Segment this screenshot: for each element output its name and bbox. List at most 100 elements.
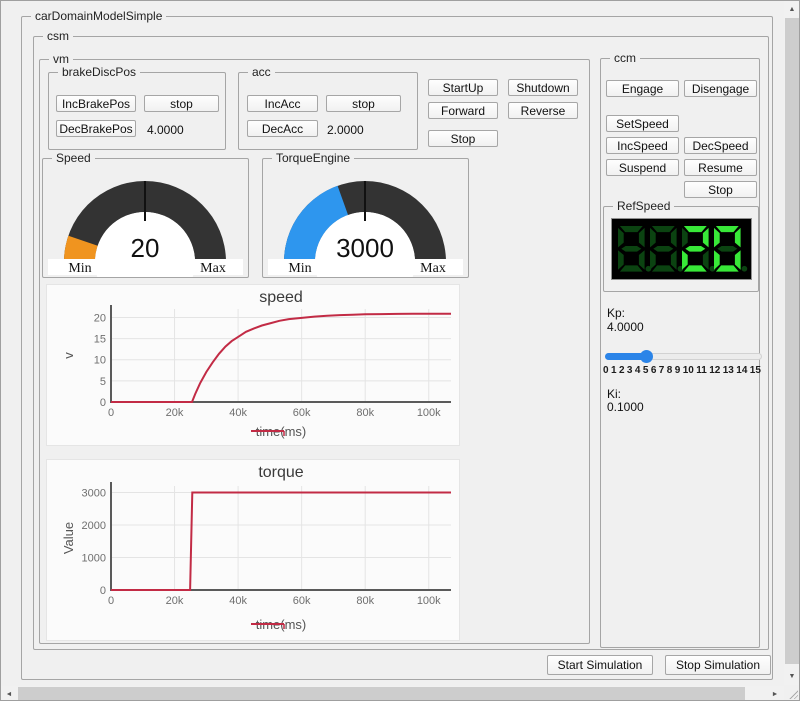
inc-speed-button[interactable]: IncSpeed	[606, 137, 679, 154]
torque-gauge-group: TorqueEngine 3000MinMax	[262, 158, 469, 278]
acc-stop-button[interactable]: stop	[326, 95, 401, 112]
torque-chart-panel: 020k40k60k80k100k0100020003000torqueValu…	[46, 459, 460, 641]
svg-text:80k: 80k	[356, 595, 374, 607]
group-label-car-domain: carDomainModelSimple	[31, 9, 166, 24]
resize-grip[interactable]	[784, 685, 800, 701]
svg-text:15: 15	[94, 334, 106, 346]
slider-tick-15: 15	[750, 365, 761, 376]
application-window: carDomainModelSimple csm vm brakeDiscPos…	[0, 0, 800, 701]
reverse-button[interactable]: Reverse	[508, 102, 578, 119]
slider-tick-8: 8	[667, 365, 673, 376]
slider-tick-2: 2	[619, 365, 625, 376]
speed-gauge: 20MinMax	[43, 159, 248, 277]
svg-text:10: 10	[94, 355, 106, 367]
group-ccm: ccm Engage Disengage SetSpeed IncSpeed D…	[600, 58, 760, 648]
refspeed-display	[611, 218, 752, 280]
vertical-scrollbar[interactable]: ▲ ▼	[784, 1, 800, 685]
svg-text:60k: 60k	[293, 595, 311, 607]
resume-button[interactable]: Resume	[684, 159, 757, 176]
engage-button[interactable]: Engage	[606, 80, 679, 97]
slider-tick-5: 5	[643, 365, 649, 376]
dec-speed-button[interactable]: DecSpeed	[684, 137, 757, 154]
group-car-domain-model-simple: carDomainModelSimple csm vm brakeDiscPos…	[21, 16, 773, 680]
set-speed-button[interactable]: SetSpeed	[606, 115, 679, 132]
slider-tick-0: 0	[603, 365, 609, 376]
disengage-button[interactable]: Disengage	[684, 80, 757, 97]
torque-chart: 020k40k60k80k100k0100020003000torqueValu…	[47, 460, 459, 640]
group-label-refspeed: RefSpeed	[613, 199, 674, 214]
svg-text:100k: 100k	[417, 595, 441, 607]
svg-text:20: 20	[94, 312, 106, 324]
ccm-stop-button[interactable]: Stop	[684, 181, 757, 198]
inc-acc-button[interactable]: IncAcc	[247, 95, 318, 112]
group-acc: acc IncAcc stop DecAcc 2.0000	[238, 72, 418, 150]
speed-chart-panel: 020k40k60k80k100k05101520speedvtime(ms)	[46, 284, 460, 446]
start-simulation-button[interactable]: Start Simulation	[547, 655, 653, 675]
scroll-up-button[interactable]: ▲	[784, 1, 800, 17]
vm-stop-button[interactable]: Stop	[428, 130, 498, 147]
dec-acc-button[interactable]: DecAcc	[247, 120, 318, 137]
kp-value: 4.0000	[607, 320, 644, 334]
shutdown-button[interactable]: Shutdown	[508, 79, 578, 96]
ki-label: Ki:	[607, 387, 621, 401]
startup-button[interactable]: StartUp	[428, 79, 498, 96]
slider-tick-4: 4	[635, 365, 641, 376]
speed-chart: 020k40k60k80k100k05101520speedvtime(ms)	[47, 285, 459, 445]
inc-brake-pos-button[interactable]: IncBrakePos	[56, 95, 136, 112]
suspend-button[interactable]: Suspend	[606, 159, 679, 176]
svg-text:100k: 100k	[417, 407, 441, 419]
vertical-scrollbar-thumb[interactable]	[785, 18, 799, 664]
slider-tick-labels: 0123456789101112131415	[603, 365, 761, 376]
slider-tick-11: 11	[696, 365, 707, 376]
kp-label: Kp:	[607, 306, 625, 320]
svg-text:20k: 20k	[166, 595, 184, 607]
slider-tick-3: 3	[627, 365, 633, 376]
svg-text:v: v	[61, 352, 76, 359]
stop-simulation-button[interactable]: Stop Simulation	[665, 655, 771, 675]
svg-text:0: 0	[100, 397, 106, 409]
slider-tick-7: 7	[659, 365, 665, 376]
scroll-right-button[interactable]: ►	[767, 686, 783, 701]
group-label-brake-disc-pos: brakeDiscPos	[58, 65, 140, 80]
scroll-down-button[interactable]: ▼	[784, 668, 800, 684]
svg-text:60k: 60k	[293, 407, 311, 419]
forward-button[interactable]: Forward	[428, 102, 498, 119]
svg-text:40k: 40k	[229, 407, 247, 419]
slider-tick-13: 13	[723, 365, 734, 376]
dec-brake-pos-button[interactable]: DecBrakePos	[56, 120, 136, 137]
svg-text:Min: Min	[288, 261, 311, 276]
slider-tick-6: 6	[651, 365, 657, 376]
scroll-left-button[interactable]: ◄	[1, 686, 17, 701]
slider-tick-12: 12	[709, 365, 720, 376]
group-brake-disc-pos: brakeDiscPos IncBrakePos stop DecBrakePo…	[48, 72, 226, 150]
svg-text:torque: torque	[258, 464, 303, 481]
svg-text:1000: 1000	[82, 553, 106, 565]
group-csm: csm vm brakeDiscPos IncBrakePos stop Dec…	[33, 36, 769, 650]
seven-segment-digits	[612, 219, 751, 279]
svg-text:40k: 40k	[229, 595, 247, 607]
ki-value: 0.1000	[607, 400, 644, 414]
brake-pos-value: 4.0000	[147, 123, 184, 137]
kp-slider-handle[interactable]	[640, 350, 653, 363]
acc-value: 2.0000	[327, 123, 364, 137]
svg-text:20k: 20k	[166, 407, 184, 419]
group-label-acc: acc	[248, 65, 275, 80]
svg-text:0: 0	[108, 407, 114, 419]
svg-text:3000: 3000	[82, 488, 106, 500]
svg-text:3000: 3000	[336, 233, 394, 263]
slider-tick-1: 1	[611, 365, 617, 376]
svg-text:2000: 2000	[82, 520, 106, 532]
slider-tick-14: 14	[736, 365, 747, 376]
brake-stop-button[interactable]: stop	[144, 95, 219, 112]
refspeed-group: RefSpeed	[603, 206, 759, 292]
group-label-ccm: ccm	[610, 51, 640, 66]
slider-tick-9: 9	[675, 365, 681, 376]
horizontal-scrollbar-thumb[interactable]	[18, 687, 745, 701]
slider-tick-10: 10	[683, 365, 694, 376]
speed-gauge-group: Speed 20MinMax	[42, 158, 249, 278]
svg-text:Max: Max	[200, 261, 226, 276]
svg-text:0: 0	[108, 595, 114, 607]
horizontal-scrollbar[interactable]: ◄ ►	[1, 686, 784, 701]
svg-text:speed: speed	[259, 289, 303, 306]
svg-text:5: 5	[100, 376, 106, 388]
